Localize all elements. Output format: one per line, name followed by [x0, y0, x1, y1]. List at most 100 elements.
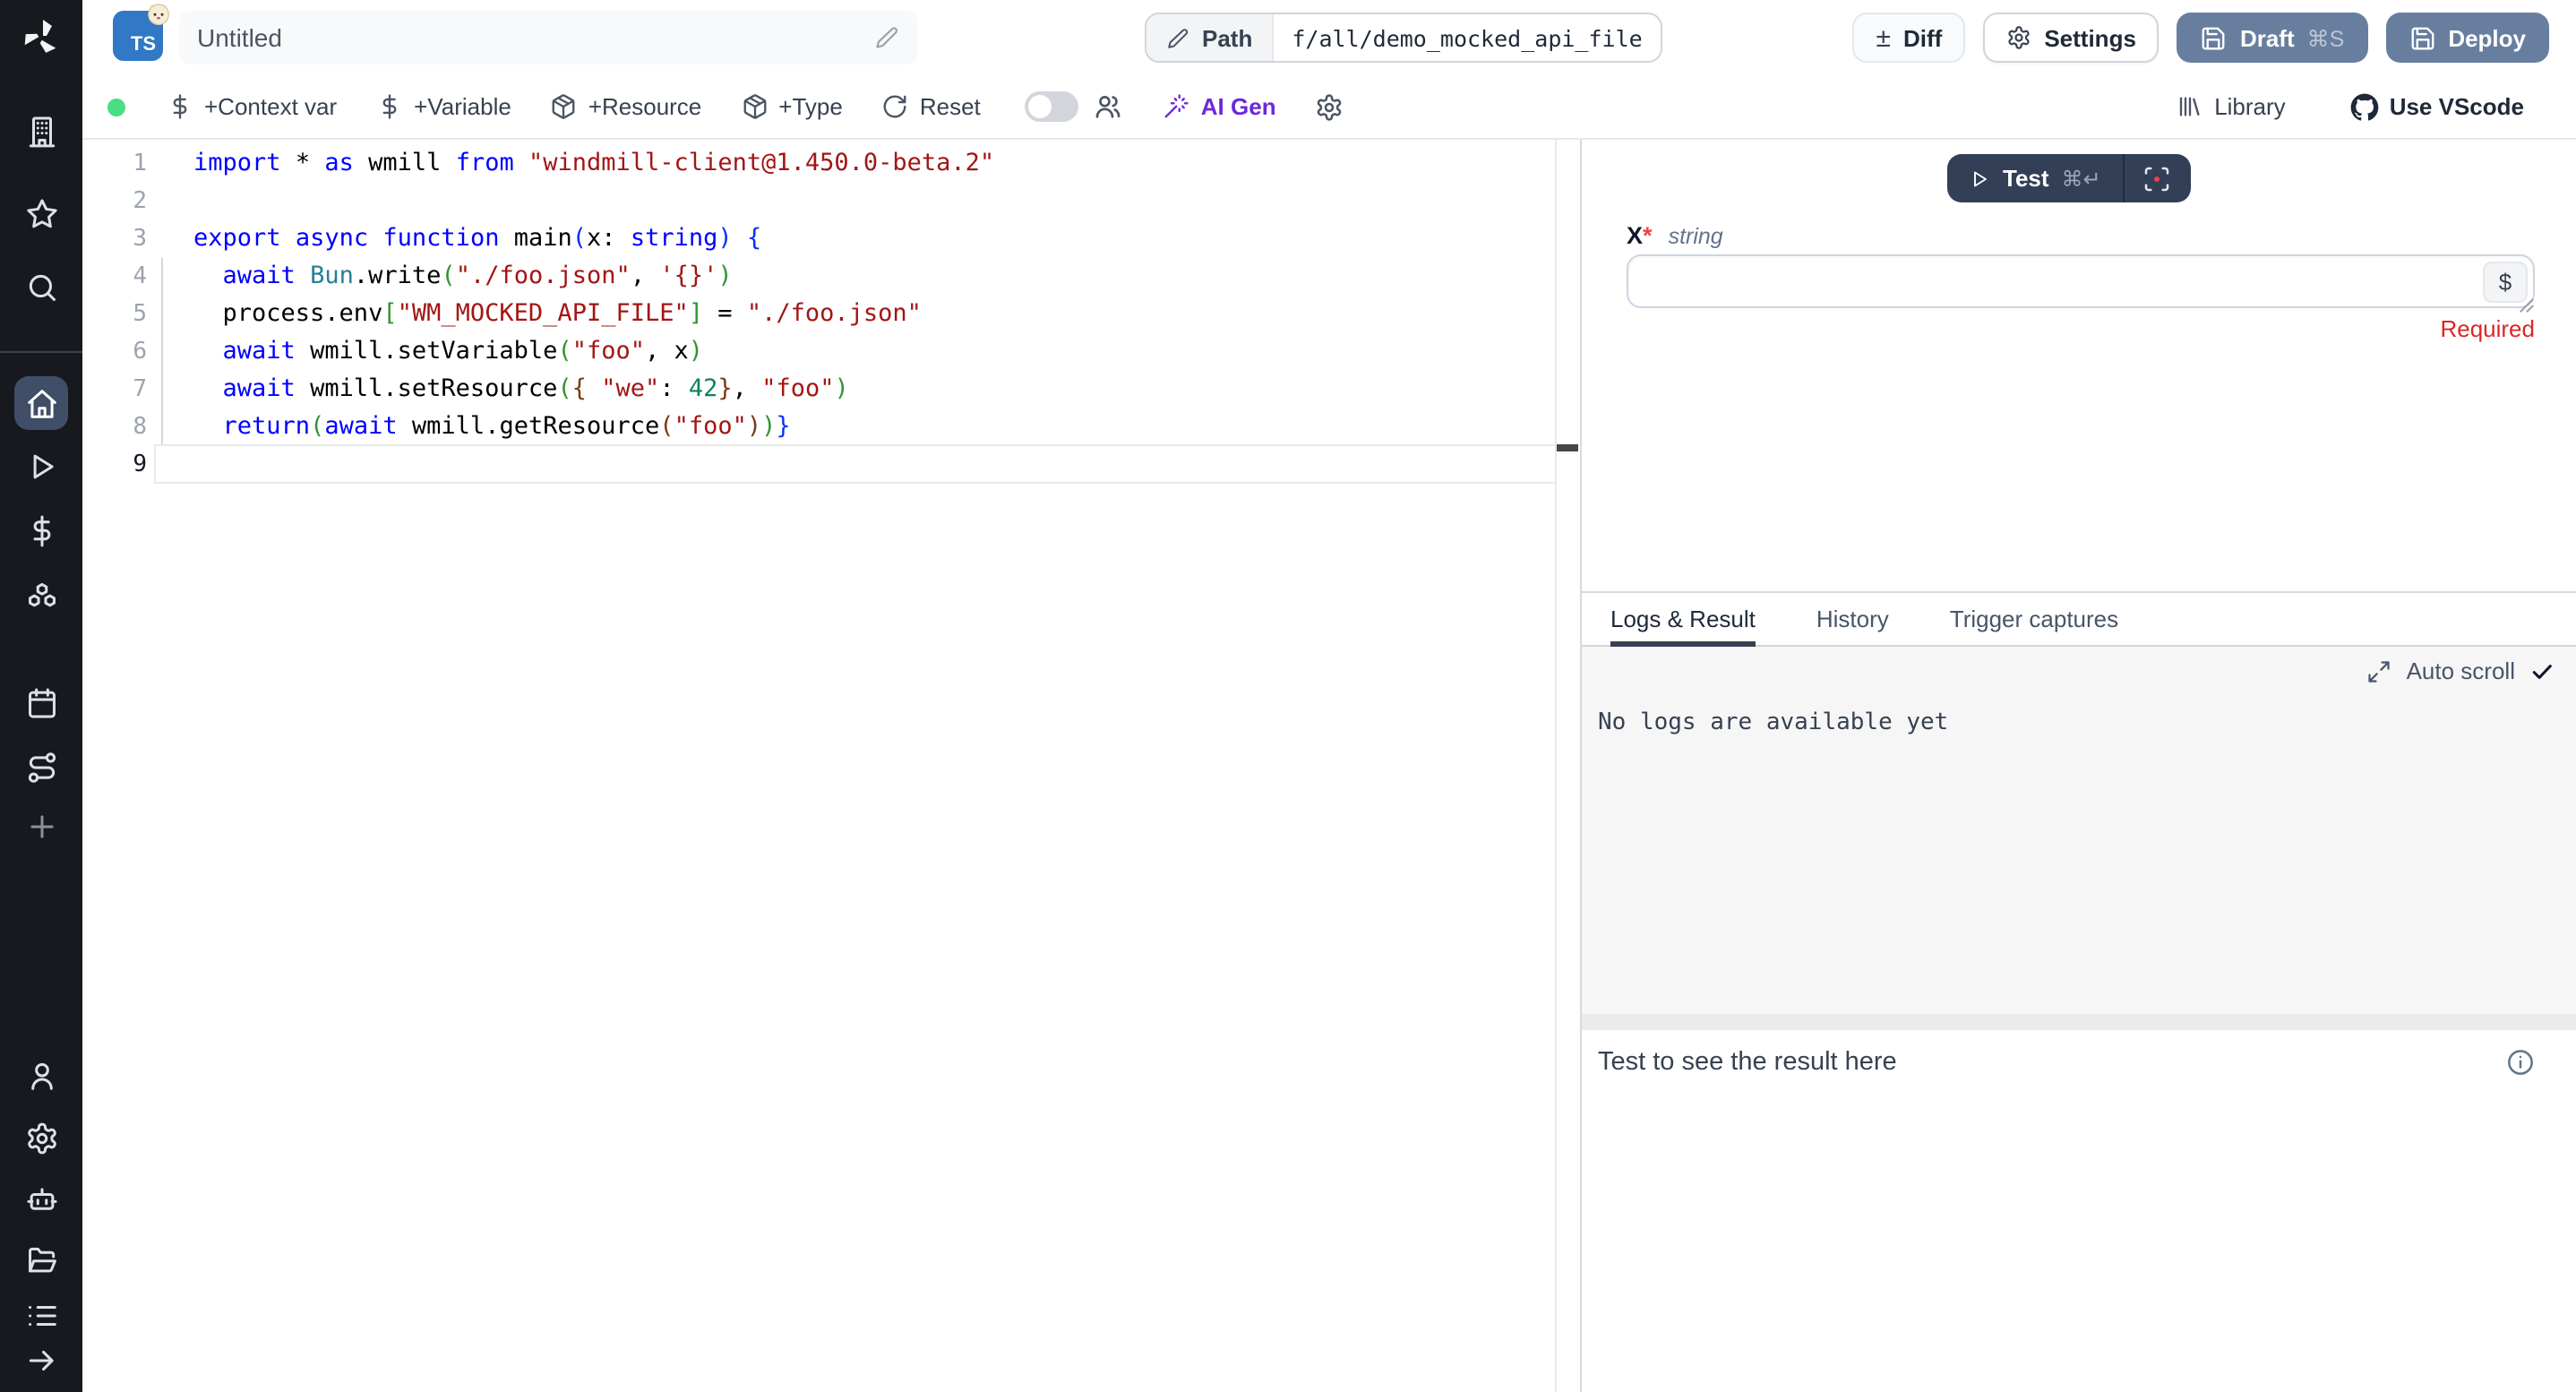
deploy-label: Deploy [2448, 24, 2526, 51]
tab-history[interactable]: History [1816, 593, 1889, 645]
tab-trigger-captures[interactable]: Trigger captures [1950, 593, 2118, 645]
path-label: Path [1202, 24, 1252, 51]
sidebar-item-folders[interactable] [14, 1233, 68, 1286]
type-label: +Type [778, 93, 843, 120]
check-icon[interactable] [2529, 658, 2555, 683]
gear-icon [2006, 25, 2031, 50]
sidebar-item-runs[interactable] [14, 439, 68, 493]
scan-capture-icon [2143, 164, 2172, 193]
sidebar-item-routes[interactable] [14, 740, 68, 794]
sidebar-item-workers[interactable] [14, 1172, 68, 1225]
test-label: Test [2003, 165, 2049, 192]
sidebar-item-workspace[interactable] [14, 104, 68, 158]
add-type-button[interactable]: +Type [721, 75, 863, 138]
language-badge-label: TS [131, 34, 156, 56]
capture-test-button[interactable] [2125, 154, 2191, 202]
multiplayer-users-button[interactable] [1090, 75, 1144, 138]
script-title-box[interactable]: Untitled [179, 11, 917, 64]
resize-handle-icon[interactable] [2519, 297, 2535, 314]
edit-title-pencil-icon[interactable] [874, 25, 899, 50]
deploy-button[interactable]: Deploy [2385, 13, 2549, 63]
line-number: 3 [82, 220, 147, 258]
resource-label: +Resource [588, 93, 701, 120]
toolbar-right-group: Library Use VScode [2157, 92, 2544, 121]
sidebar-item-favorites[interactable] [14, 186, 68, 240]
tabs-row: Logs & Result History Trigger captures [1582, 593, 2576, 647]
result-area: Test to see the result here [1582, 1030, 2576, 1392]
settings-button[interactable]: Settings [1983, 13, 2160, 63]
logs-area: Auto scroll No logs are available yet [1582, 647, 2576, 1014]
expand-logs-icon[interactable] [2367, 658, 2392, 683]
argument-type: string [1669, 224, 1723, 249]
sidebar-item-add[interactable] [14, 799, 68, 853]
indent-guide [161, 258, 163, 446]
line-number: 1 [82, 145, 147, 183]
info-icon[interactable] [2506, 1048, 2535, 1077]
topbar-actions: ± Diff Settings Draft ⌘S Deploy [1853, 13, 2549, 63]
add-resource-button[interactable]: +Resource [531, 75, 721, 138]
package-icon [551, 93, 578, 120]
diff-button[interactable]: ± Diff [1853, 13, 1966, 63]
save-icon [2409, 24, 2435, 51]
sidebar-item-schedules[interactable] [14, 675, 68, 729]
argument-input[interactable]: $ [1627, 254, 2535, 308]
sidebar-item-settings[interactable] [14, 1111, 68, 1164]
tab-logs-result[interactable]: Logs & Result [1610, 593, 1756, 645]
variable-label: +Variable [414, 93, 511, 120]
calendar-icon [24, 685, 58, 719]
result-splitter[interactable] [1582, 1014, 2576, 1030]
multiplayer-toggle[interactable] [1026, 91, 1079, 122]
sidebar-item-search[interactable] [14, 260, 68, 314]
dollar-icon [24, 513, 58, 547]
sidebar-item-account[interactable] [14, 1048, 68, 1102]
sidebar-item-resources[interactable] [14, 570, 68, 623]
code-editor[interactable]: 1 import * as wmill from "windmill-client… [82, 140, 1580, 1392]
required-note: Required [2440, 315, 2535, 342]
test-shortcut: ⌘↵ [2062, 166, 2101, 191]
context-var-label: +Context var [204, 93, 337, 120]
editor-settings-button[interactable] [1296, 75, 1364, 138]
sidebar-item-home[interactable] [14, 376, 68, 430]
reset-button[interactable]: Reset [863, 75, 1000, 138]
toggle-knob [1029, 95, 1052, 118]
sidebar-item-variables[interactable] [14, 503, 68, 557]
pencil-icon [1166, 26, 1189, 49]
add-context-var-button[interactable]: +Context var [147, 75, 356, 138]
draft-button[interactable]: Draft ⌘S [2177, 13, 2367, 63]
sidebar-item-expand-sidebar[interactable] [14, 1333, 68, 1387]
typescript-language-badge: TS [113, 11, 163, 61]
draft-shortcut: ⌘S [2307, 24, 2345, 51]
arrow-right-icon [24, 1343, 58, 1377]
windmill-logo-icon[interactable] [20, 16, 63, 59]
use-vscode-button[interactable]: Use VScode [2331, 92, 2544, 121]
test-button-group: Test ⌘↵ [1947, 154, 2191, 202]
logs-empty-message: No logs are available yet [1598, 709, 1948, 736]
line-number: 2 [82, 183, 147, 220]
app-sidebar [0, 0, 82, 1392]
code-text: import * as wmill from "windmill-client@… [193, 145, 994, 183]
autoscroll-label[interactable]: Auto scroll [2407, 657, 2515, 684]
reset-label: Reset [920, 93, 981, 120]
bottom-tabs-section: Logs & Result History Trigger captures [1582, 591, 2576, 647]
dollar-icon [376, 93, 403, 120]
home-icon [24, 386, 58, 420]
test-button[interactable]: Test ⌘↵ [1947, 154, 2123, 202]
code-text: process.env["WM_MOCKED_API_FILE"] = "./f… [193, 296, 922, 333]
users-icon [1094, 91, 1124, 122]
result-placeholder: Test to see the result here [1598, 1048, 1897, 1077]
code-text: await Bun.write("./foo.json", '{}') [193, 258, 733, 296]
argument-name: X* [1627, 222, 1653, 249]
library-button[interactable]: Library [2157, 93, 2306, 120]
plus-minus-icon: ± [1876, 24, 1891, 51]
current-line-highlight [154, 444, 1557, 484]
run-panel: Test ⌘↵ X* string $ Required Logs & Resu… [1582, 140, 2576, 1392]
path-widget[interactable]: Path f/all/demo_mocked_api_file [1145, 13, 1662, 63]
play-icon [1969, 168, 1990, 189]
required-asterisk: * [1643, 222, 1653, 249]
edit-path-button[interactable]: Path [1146, 14, 1274, 61]
add-variable-button[interactable]: +Variable [356, 75, 531, 138]
ai-gen-label: AI Gen [1201, 93, 1276, 120]
code-text: await wmill.setResource({ "we": 42}, "fo… [193, 371, 849, 408]
ai-gen-button[interactable]: AI Gen [1144, 75, 1296, 138]
autoscroll-row: Auto scroll [2367, 657, 2555, 684]
